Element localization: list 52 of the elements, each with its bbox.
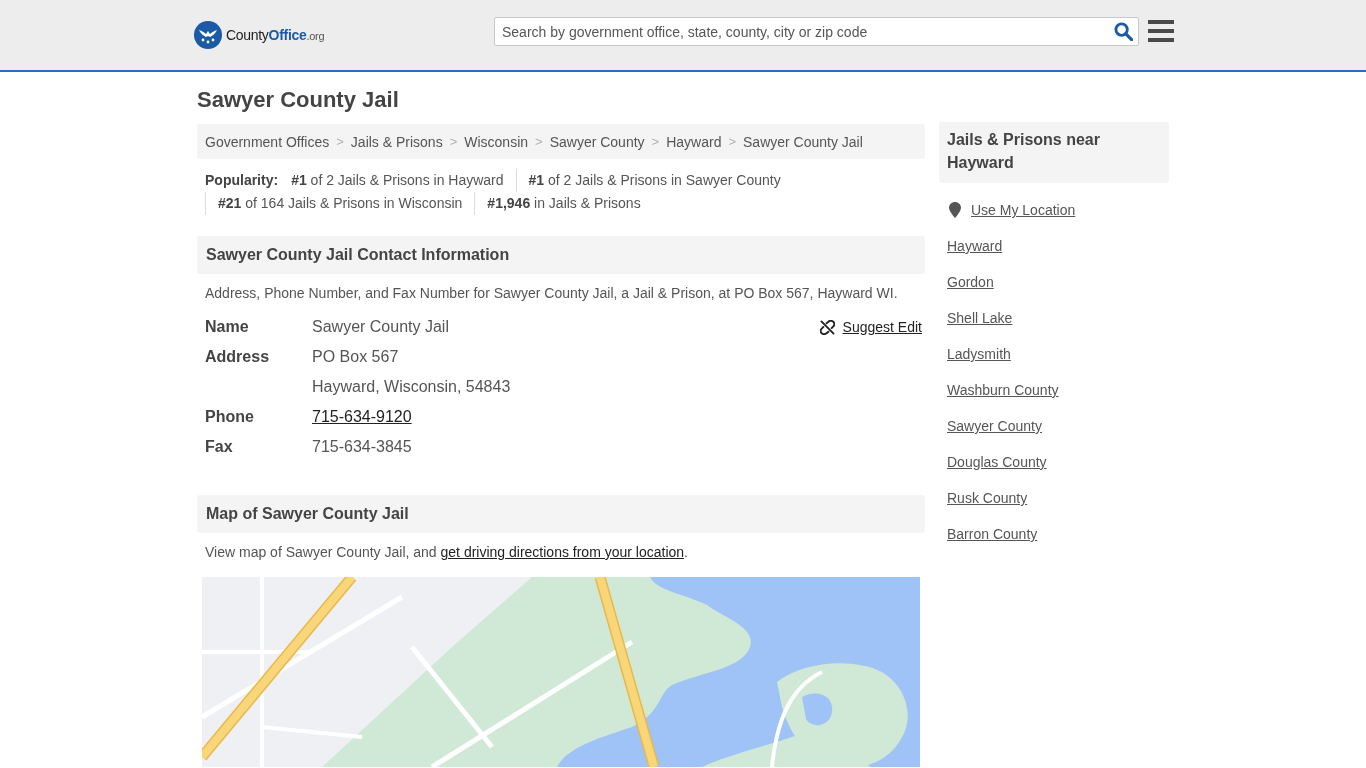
breadcrumb-link[interactable]: Hayward [666, 133, 722, 150]
popularity-label: Popularity: [205, 171, 279, 190]
contact-description: Address, Phone Number, and Fax Number for Sawyer County Jail, a Jail & Prison, at PO Box 567, Hayward WI. [204, 284, 899, 303]
map-intro-text: View map of Sawyer County Jail, and get driving directions from your location. [204, 543, 689, 562]
breadcrumb-link[interactable]: Wisconsin [464, 133, 529, 150]
nearby-link[interactable]: Washburn County [939, 372, 1059, 408]
menu-icon [1148, 20, 1174, 42]
sidebar-heading: Jails & Prisons near Hayward [939, 122, 1169, 183]
nearby-link[interactable]: Ladysmith [939, 336, 1011, 372]
section-heading: Sawyer County Jail Contact Information [197, 236, 925, 274]
detail-value: PO Box 567 [312, 347, 399, 367]
directions-link[interactable]: get driving directions from your location [440, 544, 685, 560]
detail-value: Hayward, Wisconsin, 54843 [312, 377, 511, 397]
nearby-link[interactable]: Rusk County [939, 480, 1028, 516]
detail-label: Phone [205, 407, 255, 427]
map-pin-icon [949, 202, 961, 218]
breadcrumb-separator: > [336, 134, 344, 149]
nearby-link[interactable]: Shell Lake [939, 300, 1013, 336]
breadcrumb-link[interactable]: Sawyer County [549, 133, 645, 150]
suggest-edit-link[interactable]: Suggest Edit [819, 312, 922, 342]
logo-link[interactable]: CountyOffice.org [194, 21, 325, 49]
menu-button[interactable] [1148, 20, 1174, 42]
popularity-rank: #1 of 2 Jails & Prisons in Hayward [291, 171, 504, 190]
phone-link[interactable]: 715-634-9120 [312, 402, 412, 432]
nearby-link[interactable]: Sawyer County [939, 408, 1042, 444]
detail-label: Address [205, 347, 271, 367]
broken-link-icon [819, 319, 835, 335]
search-icon [1113, 21, 1133, 41]
page-title: Sawyer County Jail [197, 87, 400, 113]
search-field[interactable]: Search by government office, state, county, city or zip code [494, 17, 1139, 46]
popularity-rank: #21 of 164 Jails & Prisons in Wisconsin [205, 192, 463, 215]
detail-value: Sawyer County Jail [312, 317, 449, 337]
breadcrumb-separator: > [535, 134, 543, 149]
nearby-link[interactable]: Douglas County [939, 444, 1047, 480]
breadcrumb-link[interactable]: Sawyer County Jail [743, 133, 863, 150]
logo-icon [194, 21, 222, 49]
nearby-link[interactable]: Hayward [939, 228, 1003, 264]
detail-label: Name [205, 317, 250, 337]
breadcrumb-link[interactable]: Government Offices [205, 133, 330, 150]
detail-value: 715-634-3845 [312, 437, 412, 457]
popularity-rank: #1 of 2 Jails & Prisons in Sawyer County [515, 169, 781, 192]
breadcrumb-separator: > [728, 134, 736, 149]
breadcrumb-separator: > [449, 134, 458, 149]
nearby-link[interactable]: Barron County [939, 516, 1038, 552]
use-location-link[interactable]: Use My Location [939, 192, 1076, 228]
search-button[interactable] [1113, 21, 1133, 41]
detail-label: Fax [205, 437, 234, 457]
section-heading: Map of Sawyer County Jail [197, 495, 925, 533]
breadcrumb-separator: > [651, 134, 660, 149]
breadcrumb-link[interactable]: Jails & Prisons [350, 133, 443, 150]
popularity-rank: #1,946 in Jails & Prisons [474, 192, 641, 215]
nearby-link[interactable]: Gordon [939, 264, 994, 300]
